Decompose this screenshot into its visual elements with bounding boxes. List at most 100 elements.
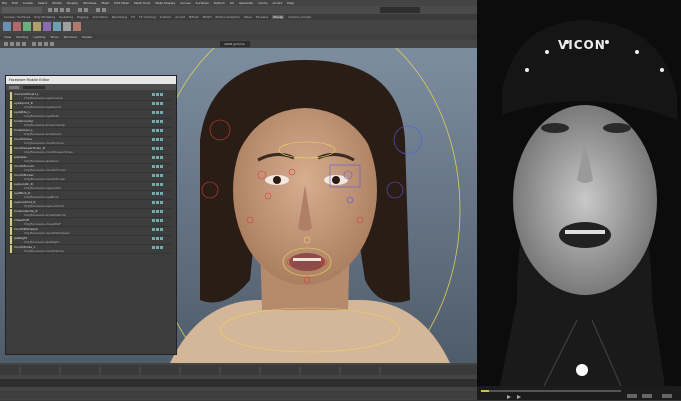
row-color-bar [10,218,12,226]
editor-row[interactable]: browOuterUp_R Clip|Faceware.browOuterUp [10,209,172,218]
menu-item-mesh-display[interactable]: Mesh Display [155,1,175,5]
menu-item-file[interactable]: File [2,1,7,5]
row-icons[interactable] [152,192,166,197]
shelf-icons[interactable] [0,20,477,34]
menu-item-select[interactable]: Select [38,1,47,5]
menu-item-display[interactable]: Display [67,1,78,5]
row-icons[interactable] [152,138,166,143]
editor-title-bar[interactable]: Faceware Mobile Editor [6,76,176,84]
row-icons[interactable] [152,219,166,224]
row-icons[interactable] [152,237,166,242]
row-color-bar [10,137,12,145]
search-input[interactable] [23,85,45,89]
editor-row[interactable]: browDown_L Clip|Faceware.browDown [10,128,172,137]
editor-row[interactable]: mouthPucker Clip|Faceware.mouthPucker [10,173,172,182]
row-icons[interactable] [152,93,166,98]
shelf-tab-custom-scripts[interactable]: Custom_scripts [288,15,311,19]
menu-item-windows[interactable]: Windows [83,1,96,5]
shelf-tab-arnold[interactable]: Arnold [175,15,185,19]
editor-row[interactable]: mouthClose Clip|Faceware.mouthClose [10,137,172,146]
row-type: Clip|Faceware.eyebrowUp [24,96,63,100]
editor-row[interactable]: eyeLookOut_R Clip|Faceware.eyeLookOut [10,200,172,209]
row-color-bar [10,110,12,118]
shelf-tab-mocap[interactable]: Mocap [272,15,285,19]
video-transport-bar[interactable] [477,386,681,400]
row-icons[interactable] [152,120,166,125]
filter-field[interactable] [9,85,19,89]
shelf-tab-facewre[interactable]: Facewre [256,15,268,19]
editor-row[interactable]: mouthLowerDown_R Clip|Faceware.mouthLower… [10,146,172,155]
editor-row[interactable]: eyeSquint_R Clip|Faceware.eyeSquint [10,101,172,110]
menu-item-curves[interactable]: Curves [180,1,190,5]
row-icons[interactable] [152,246,166,251]
row-icons[interactable] [152,174,166,179]
shelf-tab-bifrost[interactable]: Bifrost [189,15,199,19]
editor-row[interactable]: cheekPuff Clip|Faceware.cheekPuff [10,218,172,227]
viewport-menu-renderer[interactable]: Renderer [64,35,78,39]
shelf-tab-sculpting[interactable]: Sculpting [59,15,73,19]
shelf-tab-fx[interactable]: FX [131,15,135,19]
shelf-tab-fx-caching[interactable]: FX Caching [139,15,156,19]
shelf-tab-custom[interactable]: Custom [160,15,172,19]
row-color-bar [10,155,12,163]
row-type: Clip|Faceware.mouthLowerDown [24,150,73,154]
viewport-menu-view[interactable]: View [4,35,11,39]
viewport-menu-lighting[interactable]: Lighting [33,35,45,39]
row-icons[interactable] [152,201,166,206]
menu-item-cache[interactable]: Cache [258,1,267,5]
menu-item-edit-mesh[interactable]: Edit Mesh [114,1,129,5]
row-type: Clip|Faceware.mouthFunnel [24,168,66,172]
viewport-menu-shading[interactable]: Shading [16,35,28,39]
editor-row[interactable]: mouthRollUpper Clip|Faceware.mouthRollUpp… [10,227,172,236]
editor-row[interactable]: eyeBlink_R Clip|Faceware.eyeBlink [10,191,172,200]
menu-item-edit[interactable]: Edit [12,1,18,5]
faceware-editor-window[interactable]: Faceware Mobile Editor mainListSmart_L Cl… [5,75,177,355]
menu-item-uv[interactable]: UV [230,1,234,5]
editor-row[interactable]: jawOpen Clip|Faceware.jawOpen [10,155,172,164]
menu-item-deform[interactable]: Deform [214,1,225,5]
row-type: Clip|Faceware.eyeSquint [24,105,61,109]
row-icons[interactable] [152,156,166,161]
row-icons[interactable] [152,111,166,116]
editor-row[interactable]: eyeWide_L Clip|Faceware.eyeWide [10,110,172,119]
menu-item-create[interactable]: Create [23,1,33,5]
status-line-icons[interactable] [0,6,477,14]
viewport-menu-panels[interactable]: Panels [82,35,92,39]
menu-item-mesh-tools[interactable]: Mesh Tools [134,1,150,5]
editor-row[interactable]: mainListSmart_L Clip|Faceware.eyebrowUp [10,92,172,101]
menu-item-generate[interactable]: Generate [239,1,253,5]
menu-item-surfaces[interactable]: Surfaces [196,1,209,5]
menu-item-help[interactable]: Help [287,1,294,5]
shelf-tab-mash[interactable]: MASH [203,15,212,19]
editor-row[interactable]: mouthSmile_L Clip|Faceware.mouthSmile [10,245,172,254]
shelf-tab-animation[interactable]: Animation [92,15,107,19]
row-icons[interactable] [152,165,166,170]
row-icons[interactable] [152,147,166,152]
shelf-tab-xgen[interactable]: XGen [244,15,252,19]
3d-viewport[interactable]: Faceware Mobile Editor mainListSmart_L Cl… [0,48,477,363]
menu-item-arnold[interactable]: Arnold [272,1,282,5]
editor-row[interactable]: browInnerUp Clip|Faceware.browInnerUp [10,119,172,128]
row-icons[interactable] [152,183,166,188]
row-type: Clip|Faceware.cheekPuff [24,222,61,226]
editor-toolbar[interactable] [6,84,176,90]
viewport-menu-show[interactable]: Show [50,35,58,39]
viewport-toolbar[interactable]: sRGB gamma [0,40,477,48]
menu-item-modify[interactable]: Modify [52,1,62,5]
editor-row[interactable]: mouthFunnel Clip|Faceware.mouthFunnel [10,164,172,173]
row-type: Clip|Faceware.browOuterUp [24,213,66,217]
editor-row[interactable]: jawRight Clip|Faceware.jawRight [10,236,172,245]
editor-row[interactable]: eyeLookIn_R Clip|Faceware.eyeLookIn [10,182,172,191]
timeline[interactable] [0,363,477,400]
row-icons[interactable] [152,210,166,215]
shelf-tab-curves-surfaces[interactable]: Curves / Surfaces [4,15,30,19]
row-icons[interactable] [152,228,166,233]
shelf-tab-motion-graphics[interactable]: Motion Graphics [215,15,239,19]
shelf-tab-rendering[interactable]: Rendering [112,15,127,19]
shelf-tab-rigging[interactable]: Rigging [77,15,88,19]
shelf-tab-poly-modeling[interactable]: Poly Modeling [34,15,55,19]
row-icons[interactable] [152,102,166,107]
menu-item-mesh[interactable]: Mesh [102,1,110,5]
row-icons[interactable] [152,129,166,134]
row-type: Clip|Faceware.eyeBlink [24,195,59,199]
